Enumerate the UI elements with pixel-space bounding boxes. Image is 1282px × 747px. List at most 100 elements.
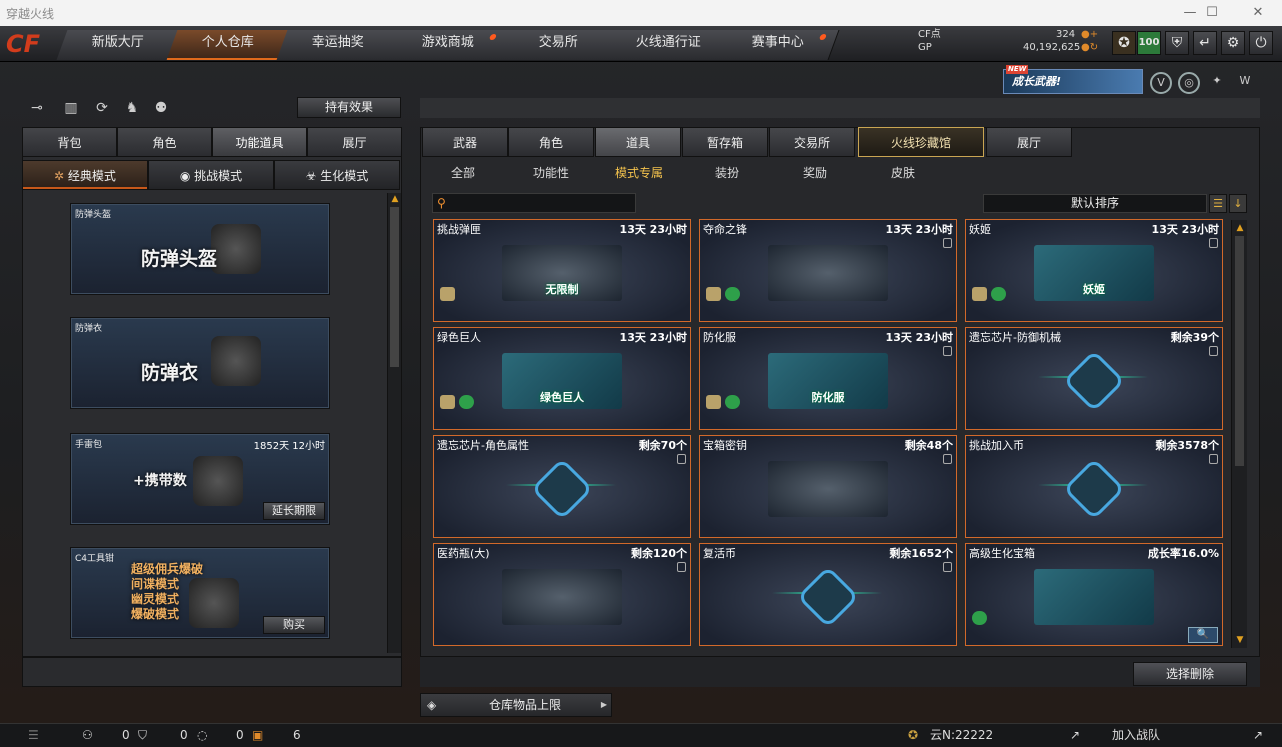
item-card[interactable]: 挑战加入币 剩余3578个 xyxy=(965,435,1223,538)
w-logo-icon[interactable]: W xyxy=(1234,72,1256,94)
back-icon[interactable]: ↵ xyxy=(1193,31,1217,55)
item-card[interactable]: 高级生化宝箱 成长率16.0% 🔍 xyxy=(965,543,1223,646)
friends-icon[interactable]: ⚇ xyxy=(82,724,93,747)
growth-weapon-banner[interactable]: NEW 成长武器! xyxy=(1003,65,1143,94)
effects-button[interactable]: 持有效果 xyxy=(297,97,401,118)
subtab-rewards[interactable]: 奖励 xyxy=(772,160,858,186)
tab-function-items[interactable]: 功能道具 xyxy=(212,127,307,157)
mouse-icon[interactable]: ⚉ xyxy=(150,98,172,118)
power-icon[interactable]: ⏻ xyxy=(1249,31,1273,55)
item-image-label: 绿色巨人 xyxy=(540,390,584,404)
tab-showroom[interactable]: 展厅 xyxy=(307,127,402,157)
nav-tab-exchange[interactable]: 交易所 xyxy=(496,30,620,60)
equip-card-c4[interactable]: C4工具钳 超级佣兵爆破 间谍模式 幽灵模式 爆破模式 购买 xyxy=(70,547,330,639)
scroll-down-icon[interactable]: ▼ xyxy=(1233,634,1247,646)
scroll-up-icon[interactable]: ▲ xyxy=(1233,222,1247,234)
list-view-icon[interactable]: ☰ xyxy=(1209,194,1227,213)
helmet-image xyxy=(211,224,261,274)
subtab-functional[interactable]: 功能性 xyxy=(508,160,594,186)
item-card[interactable]: 防化服 13天 23小时 防化服 xyxy=(699,327,957,430)
item-card[interactable]: 遗忘芯片-角色属性 剩余70个 xyxy=(433,435,691,538)
nav-tab-pass[interactable]: 火线通行证 xyxy=(606,30,730,60)
item-name: 挑战弹匣 xyxy=(437,223,481,236)
key-icon[interactable]: ⊸ xyxy=(26,98,48,118)
scroll-thumb[interactable] xyxy=(390,207,399,367)
gift-icon[interactable]: ▣ xyxy=(252,724,263,747)
sort-dropdown[interactable]: 默认排序 xyxy=(983,194,1207,213)
tab-gallery[interactable]: 展厅 xyxy=(986,127,1072,157)
item-card[interactable]: 医药瓶(大) 剩余120个 xyxy=(433,543,691,646)
shield-icon[interactable]: ⛨ xyxy=(1165,31,1189,55)
mode-tab-classic[interactable]: ✲ 经典模式 xyxy=(22,160,148,190)
nav-tab-lobby[interactable]: 新版大厅 xyxy=(56,30,180,60)
tab-backpack[interactable]: 背包 xyxy=(22,127,117,157)
equip-card-helmet[interactable]: 防弹头盔 防弹头盔 xyxy=(70,203,330,295)
open-external-icon[interactable]: ↗ xyxy=(1070,724,1080,747)
scroll-up-icon[interactable]: ▲ xyxy=(388,193,402,205)
item-card[interactable]: 妖姬 13天 23小时 妖姬 xyxy=(965,219,1223,322)
nav-tab-shop[interactable]: 游戏商城 xyxy=(386,30,510,60)
sort-direction-icon[interactable]: ↓ xyxy=(1229,194,1247,213)
medal-icon[interactable]: V xyxy=(1150,72,1172,94)
item-name: 遗忘芯片-防御机械 xyxy=(969,331,1061,344)
tab-items[interactable]: 道具 xyxy=(595,127,681,157)
subtab-mode-exclusive[interactable]: 模式专属 xyxy=(596,160,682,186)
item-card[interactable]: 夺命之锋 13天 23小时 xyxy=(699,219,957,322)
item-image: 无限制 xyxy=(502,244,622,301)
mode-tab-challenge[interactable]: ◉ 挑战模式 xyxy=(148,160,274,190)
item-card[interactable]: 宝箱密钥 剩余48个 xyxy=(699,435,957,538)
star-icon[interactable]: ✦ xyxy=(1206,72,1228,94)
maximize-button[interactable]: ☐ xyxy=(1192,2,1232,24)
refresh-icon[interactable]: ⟳ xyxy=(91,98,113,118)
menu-icon[interactable]: ☰ xyxy=(28,724,39,747)
cloud-id[interactable]: 云N:22222 xyxy=(930,724,993,747)
tab-collection[interactable]: 火线珍藏馆 xyxy=(858,127,984,157)
item-card[interactable]: 遗忘芯片-防御机械 剩余39个 xyxy=(965,327,1223,430)
search-icon: ⚲ xyxy=(437,196,446,210)
tab-weapons[interactable]: 武器 xyxy=(422,127,508,157)
buy-button[interactable]: 购买 xyxy=(263,616,325,634)
nav-tab-events[interactable]: 赛事中心 xyxy=(716,30,840,60)
nav-tab-lottery[interactable]: 幸运抽奖 xyxy=(276,30,400,60)
equip-card-vest[interactable]: 防弹衣 防弹衣 xyxy=(70,317,330,409)
tab-characters[interactable]: 角色 xyxy=(508,127,594,157)
item-card[interactable]: 复活币 剩余1652个 xyxy=(699,543,957,646)
settings-icon[interactable]: ⚙ xyxy=(1221,31,1245,55)
search-input[interactable] xyxy=(451,195,631,211)
scroll-thumb[interactable] xyxy=(1235,236,1244,466)
chat-icon[interactable]: ◌ xyxy=(197,724,207,747)
select-delete-button[interactable]: 选择删除 xyxy=(1133,662,1247,686)
subtab-skins[interactable]: 皮肤 xyxy=(860,160,946,186)
mode-tab-zombie[interactable]: ☣ 生化模式 xyxy=(274,160,400,190)
extend-button[interactable]: 延长期限 xyxy=(263,502,325,520)
close-button[interactable]: ✕ xyxy=(1238,2,1278,24)
item-name: 绿色巨人 xyxy=(437,331,481,344)
join-team-link[interactable]: 加入战队 xyxy=(1112,724,1160,747)
right-header-bar xyxy=(420,98,1260,118)
right-scrollbar[interactable]: ▲ ▼ xyxy=(1231,220,1247,648)
open-external-icon[interactable]: ↗ xyxy=(1253,724,1263,747)
item-image-label: 无限制 xyxy=(545,282,579,296)
mode-badge-icon xyxy=(440,395,455,409)
ranking-icon[interactable]: ▥ xyxy=(60,98,82,118)
subtab-decoration[interactable]: 装扮 xyxy=(684,160,770,186)
left-scrollbar[interactable]: ▲ xyxy=(387,193,401,653)
item-card[interactable]: 绿色巨人 13天 23小时 绿色巨人 xyxy=(433,327,691,430)
item-image: 防化服 xyxy=(768,352,888,409)
rank-icon[interactable]: ✪ xyxy=(1112,31,1136,55)
nav-tab-warehouse[interactable]: 个人仓库 xyxy=(166,30,290,60)
equip-card-grenade[interactable]: 手雷包 1852天 12小时 +携带数 延长期限 xyxy=(70,433,330,525)
inspect-button[interactable]: 🔍 xyxy=(1188,627,1218,643)
subtab-all[interactable]: 全部 xyxy=(420,160,506,186)
character-icon[interactable]: ♞ xyxy=(121,98,143,118)
item-card[interactable]: 挑战弹匣 13天 23小时 无限制 xyxy=(433,219,691,322)
guild-icon[interactable]: ⛉ xyxy=(138,724,147,747)
tab-role[interactable]: 角色 xyxy=(117,127,212,157)
level-badge: 100 xyxy=(1137,31,1161,55)
capacity-bar[interactable]: ◈ 仓库物品上限 ▶ xyxy=(420,693,612,717)
tab-exchange[interactable]: 交易所 xyxy=(769,127,855,157)
globe-icon[interactable]: ◎ xyxy=(1178,72,1200,94)
tab-storage-box[interactable]: 暂存箱 xyxy=(682,127,768,157)
search-box[interactable]: ⚲ xyxy=(432,193,636,213)
challenge-icon: ◉ xyxy=(179,169,195,183)
